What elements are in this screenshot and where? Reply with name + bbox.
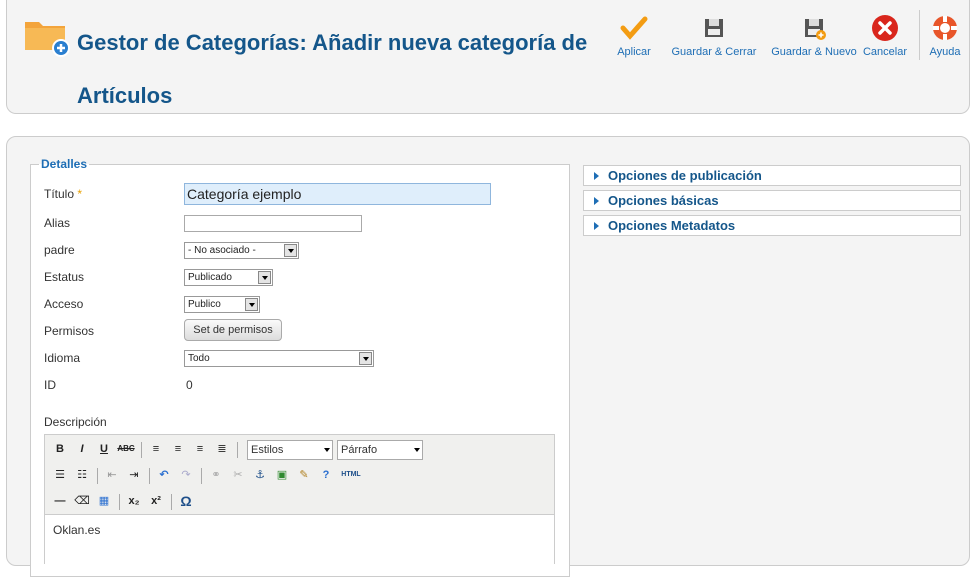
apply-label: Aplicar bbox=[617, 46, 651, 58]
title-label: Título * bbox=[44, 187, 82, 201]
chevron-down-icon bbox=[258, 271, 271, 284]
category-folder-icon bbox=[25, 22, 70, 57]
panel-basic-options[interactable]: Opciones básicas bbox=[583, 190, 961, 211]
strikethrough-icon[interactable]: ABC bbox=[117, 440, 135, 458]
indent-icon[interactable]: ⇥ bbox=[125, 466, 143, 484]
unlink-icon[interactable]: ✂ bbox=[229, 466, 247, 484]
special-char-omega-icon[interactable]: Ω bbox=[177, 492, 195, 510]
page-title: Gestor de Categorías: Añadir nueva categ… bbox=[77, 30, 588, 108]
cleanup-brush-icon[interactable]: ✎ bbox=[295, 466, 313, 484]
align-justify-icon[interactable]: ≣ bbox=[213, 440, 231, 458]
help-label: Ayuda bbox=[929, 46, 961, 58]
outdent-icon[interactable]: ⇤ bbox=[103, 466, 121, 484]
numbered-list-icon[interactable]: ☷ bbox=[73, 466, 91, 484]
expand-triangle-icon bbox=[594, 172, 599, 180]
subscript-icon[interactable]: x₂ bbox=[125, 492, 143, 510]
save-close-button[interactable]: Guardar & Cerrar bbox=[669, 10, 759, 58]
remove-format-eraser-icon[interactable]: ⌫ bbox=[73, 492, 91, 510]
help-button[interactable]: Ayuda bbox=[925, 10, 965, 58]
align-left-icon[interactable]: ≡ bbox=[147, 440, 165, 458]
horizontal-rule-icon[interactable]: — bbox=[51, 492, 69, 510]
required-mark: * bbox=[77, 187, 83, 201]
editor-separator bbox=[119, 494, 120, 510]
chevron-down-icon bbox=[284, 244, 297, 257]
chevron-down-icon bbox=[359, 352, 372, 365]
html-source-icon[interactable]: HTML bbox=[339, 466, 363, 484]
editor-separator bbox=[141, 442, 142, 458]
editor-separator bbox=[171, 494, 172, 510]
image-icon[interactable]: ▣ bbox=[273, 466, 291, 484]
toolbar-separator bbox=[919, 10, 920, 60]
chevron-down-icon bbox=[414, 448, 420, 452]
editor-content-text: Oklan.es bbox=[53, 523, 101, 537]
parent-select-value: - No asociado - bbox=[188, 245, 256, 256]
lifebuoy-help-icon bbox=[933, 16, 957, 40]
save-new-icon bbox=[805, 19, 826, 40]
description-label: Descripción bbox=[44, 415, 107, 429]
checkmark-icon bbox=[620, 16, 648, 40]
superscript-icon[interactable]: x² bbox=[147, 492, 165, 510]
language-label: Idioma bbox=[44, 351, 81, 365]
toolbar-header: Gestor de Categorías: Añadir nueva categ… bbox=[6, 0, 970, 114]
status-label: Estatus bbox=[44, 270, 85, 284]
panel-metadata-options[interactable]: Opciones Metadatos bbox=[583, 215, 961, 236]
editor-separator bbox=[97, 468, 98, 484]
format-select-value: Párrafo bbox=[341, 444, 378, 456]
description-editor: B I U ABC ≡ ≡ ≡ ≣ Estilos Párrafo ☰ ☷ ⇤ … bbox=[44, 434, 555, 574]
expand-triangle-icon bbox=[594, 222, 599, 230]
language-select[interactable]: Todo bbox=[184, 350, 374, 367]
bullet-list-icon[interactable]: ☰ bbox=[51, 466, 69, 484]
panel-publishing-options-label: Opciones de publicación bbox=[608, 168, 762, 183]
apply-button[interactable]: Aplicar bbox=[609, 10, 659, 58]
language-select-value: Todo bbox=[188, 353, 210, 364]
save-new-button[interactable]: Guardar & Nuevo bbox=[769, 10, 859, 58]
parent-select[interactable]: - No asociado - bbox=[184, 242, 299, 259]
chevron-down-icon bbox=[324, 448, 330, 452]
underline-icon[interactable]: U bbox=[95, 440, 113, 458]
styles-select[interactable]: Estilos bbox=[247, 440, 333, 460]
chevron-down-icon bbox=[245, 298, 258, 311]
editor-content-area[interactable]: Oklan.es bbox=[45, 514, 554, 574]
italic-icon[interactable]: I bbox=[73, 440, 91, 458]
redo-icon[interactable]: ↷ bbox=[177, 466, 195, 484]
cancel-label: Cancelar bbox=[862, 46, 908, 58]
title-input[interactable] bbox=[184, 183, 491, 205]
id-label: ID bbox=[44, 378, 56, 392]
undo-icon[interactable]: ↶ bbox=[155, 466, 173, 484]
id-value: 0 bbox=[186, 378, 193, 392]
set-permissions-button[interactable]: Set de permisos bbox=[184, 319, 282, 341]
format-select[interactable]: Párrafo bbox=[337, 440, 423, 460]
details-legend: Detalles bbox=[41, 157, 88, 171]
editor-separator bbox=[237, 442, 238, 458]
alias-label: Alias bbox=[44, 216, 71, 230]
panel-metadata-options-label: Opciones Metadatos bbox=[608, 218, 736, 233]
save-icon bbox=[705, 19, 723, 37]
styles-select-value: Estilos bbox=[251, 444, 284, 456]
status-select[interactable]: Publicado bbox=[184, 269, 273, 286]
panel-publishing-options[interactable]: Opciones de publicación bbox=[583, 165, 961, 186]
access-select[interactable]: Publico bbox=[184, 296, 260, 313]
permissions-label: Permisos bbox=[44, 324, 95, 338]
help-question-icon[interactable]: ? bbox=[317, 466, 335, 484]
access-label: Acceso bbox=[44, 297, 84, 311]
anchor-icon[interactable]: ⚓ bbox=[251, 466, 269, 484]
cancel-button[interactable]: Cancelar bbox=[859, 10, 911, 58]
link-icon[interactable]: ⚭ bbox=[207, 466, 225, 484]
table-icon[interactable]: ▦ bbox=[95, 492, 113, 510]
status-select-value: Publicado bbox=[188, 272, 232, 283]
align-center-icon[interactable]: ≡ bbox=[169, 440, 187, 458]
editor-separator bbox=[201, 468, 202, 484]
parent-label: padre bbox=[44, 243, 75, 257]
save-new-label: Guardar & Nuevo bbox=[771, 46, 857, 58]
title-label-text: Título bbox=[44, 187, 75, 201]
editor-separator bbox=[149, 468, 150, 484]
expand-triangle-icon bbox=[594, 197, 599, 205]
panel-basic-options-label: Opciones básicas bbox=[608, 193, 719, 208]
cancel-icon bbox=[872, 15, 898, 41]
save-close-label: Guardar & Cerrar bbox=[671, 46, 757, 58]
alias-input[interactable] bbox=[184, 215, 362, 232]
access-select-value: Publico bbox=[188, 299, 221, 310]
bold-icon[interactable]: B bbox=[51, 440, 69, 458]
align-right-icon[interactable]: ≡ bbox=[191, 440, 209, 458]
